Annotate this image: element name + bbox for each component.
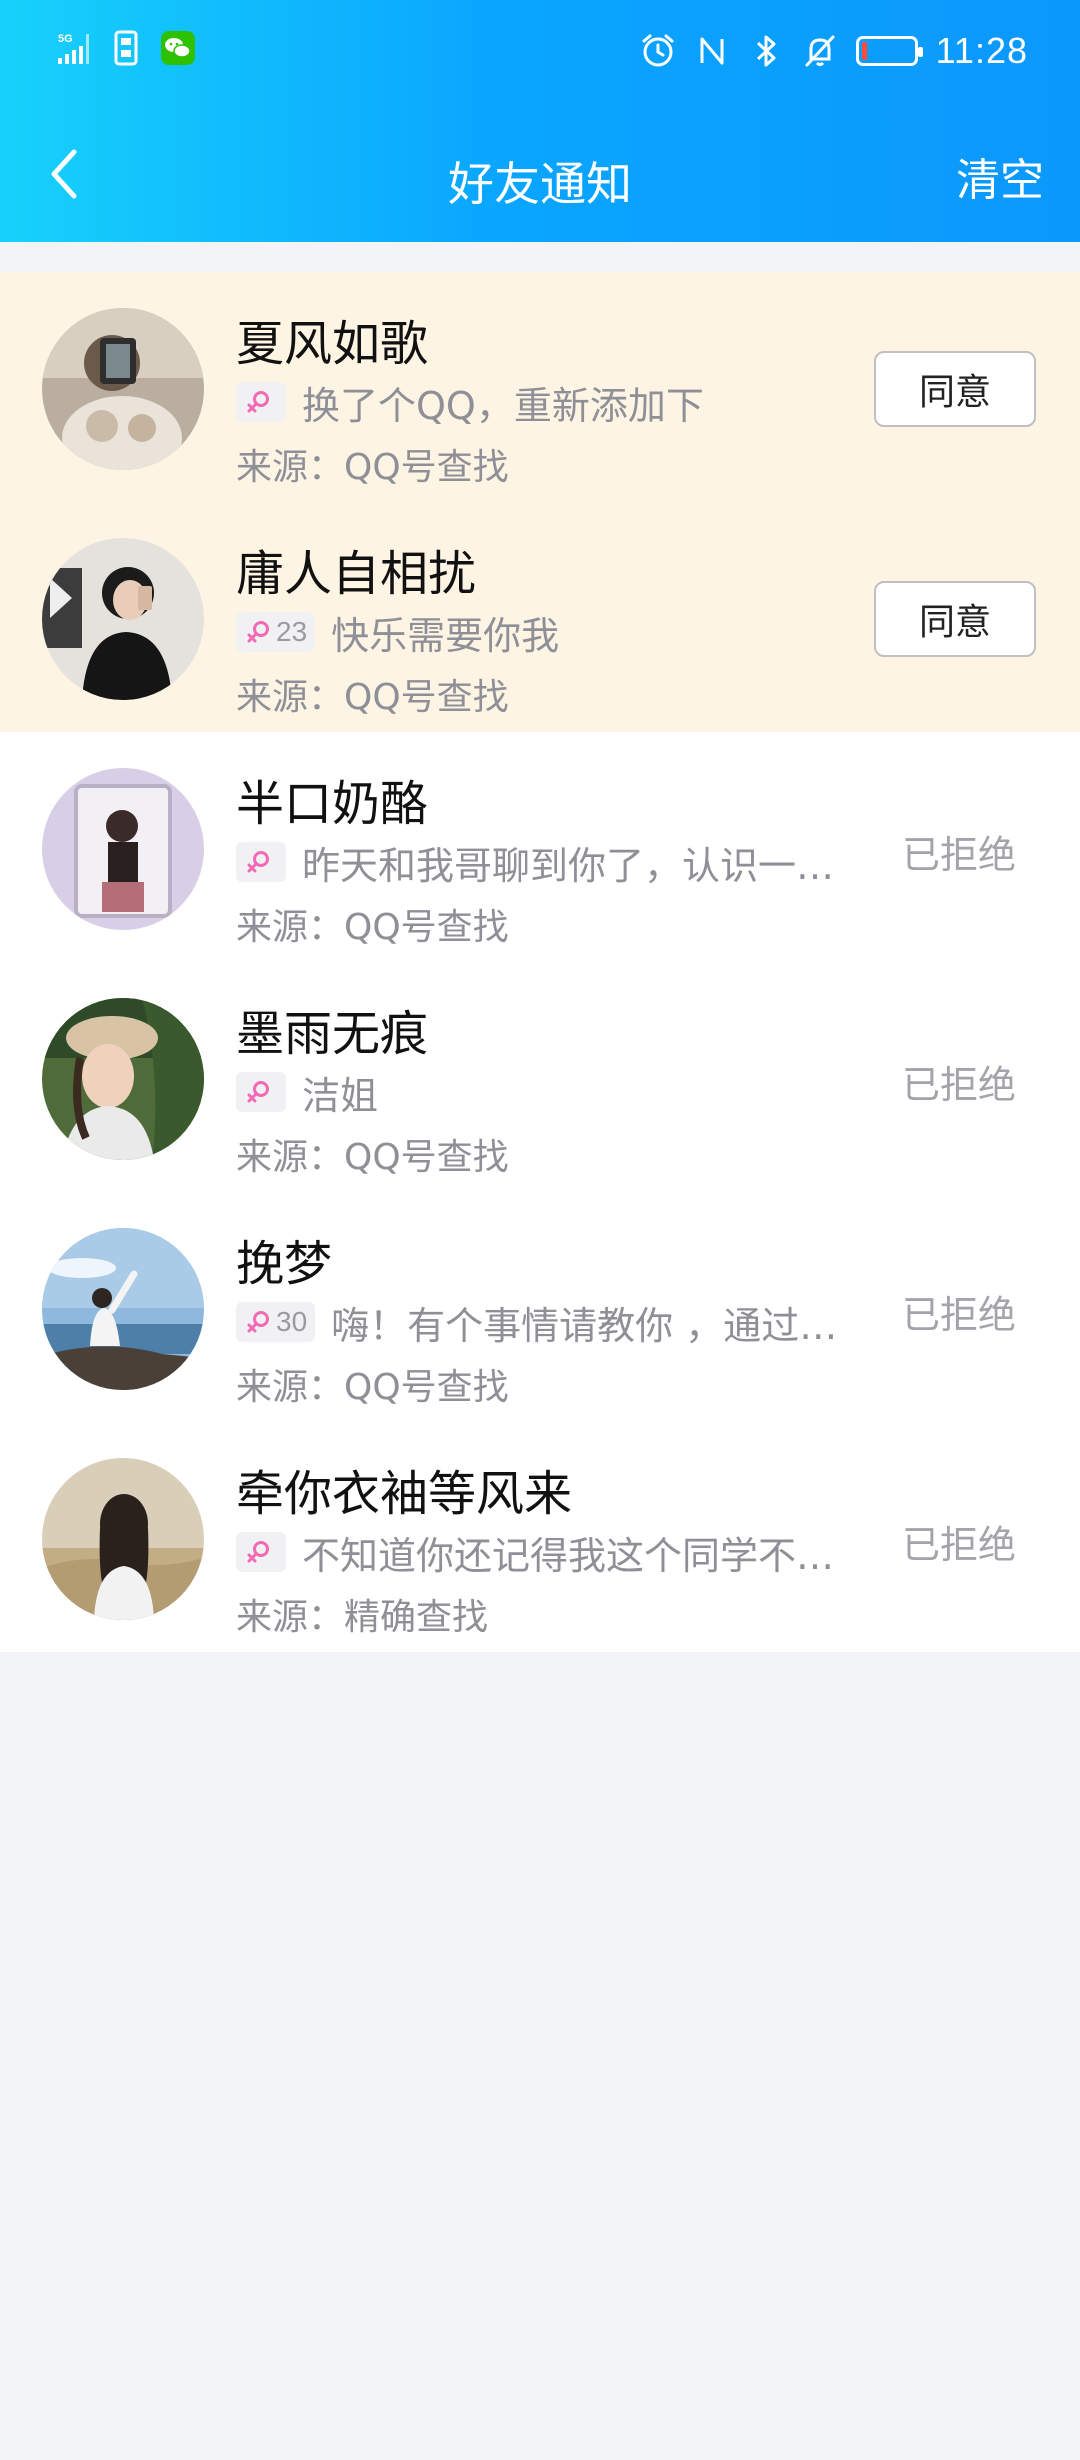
female-icon <box>247 1081 269 1103</box>
status-bar-right: 11:28 <box>640 30 1028 72</box>
gender-tag: 30 <box>236 1302 316 1342</box>
friend-request-row[interactable]: 墨雨无痕 洁姐 来源：QQ号查找 已拒绝 <box>0 962 1080 1192</box>
avatar-image <box>42 308 204 470</box>
request-name: 夏风如歌 <box>236 316 429 372</box>
agree-button[interactable]: 同意 <box>874 351 1036 427</box>
request-source: 来源：QQ号查找 <box>236 447 509 488</box>
avatar-image <box>42 768 204 930</box>
age-label: 30 <box>276 1306 308 1337</box>
verify-message: 昨天和我哥聊到你了，认识一… <box>302 843 835 888</box>
rejected-status: 已拒绝 <box>901 1293 1016 1337</box>
verify-message: 不知道你还记得我这个同学不… <box>302 1533 835 1578</box>
female-icon <box>247 1311 269 1333</box>
battery-level <box>861 42 867 60</box>
request-source: 来源：QQ号查找 <box>236 1137 509 1178</box>
female-icon <box>247 391 269 413</box>
friend-request-row[interactable]: 庸人自相扰 23 快乐需要你我 来源：QQ号查找 同意 <box>0 502 1080 732</box>
request-source: 来源：QQ号查找 <box>236 907 509 948</box>
age-label: 23 <box>276 616 308 647</box>
verify-line: 换了个QQ，重新添加下 <box>236 380 704 428</box>
title-bar: 好友通知 清空 <box>0 110 1080 242</box>
avatar-image <box>42 998 204 1160</box>
avatar-image <box>42 1458 204 1620</box>
female-icon <box>247 621 269 643</box>
sim-icon <box>114 30 138 66</box>
avatar[interactable] <box>42 538 204 700</box>
friend-request-row[interactable]: 夏风如歌 换了个QQ，重新添加下 来源：QQ号查找 同意 <box>0 272 1080 502</box>
request-name: 牵你衣袖等风来 <box>236 1466 573 1522</box>
verify-line: 昨天和我哥聊到你了，认识一… <box>236 840 834 888</box>
friend-request-row[interactable]: 牵你衣袖等风来 不知道你还记得我这个同学不… 来源：精确查找 已拒绝 <box>0 1422 1080 1652</box>
gender-tag <box>236 382 286 422</box>
mute-icon <box>805 35 835 67</box>
avatar-image <box>42 538 204 700</box>
5g-signal-icon: 5G <box>58 33 89 64</box>
clear-button[interactable]: 清空 <box>956 144 1044 208</box>
female-icon <box>247 851 269 873</box>
friend-request-list: 夏风如歌 换了个QQ，重新添加下 来源：QQ号查找 同意 庸人自相扰 23 快乐… <box>0 272 1080 1652</box>
gender-tag <box>236 842 286 882</box>
verify-message: 快乐需要你我 <box>331 613 560 658</box>
verify-message: 换了个QQ，重新添加下 <box>302 383 704 428</box>
gender-tag <box>236 1072 286 1112</box>
request-source: 来源：QQ号查找 <box>236 1367 509 1408</box>
status-bar: 5G 11:28 <box>0 0 1080 110</box>
avatar[interactable] <box>42 1458 204 1620</box>
status-time: 11:28 <box>935 30 1028 71</box>
rejected-status: 已拒绝 <box>901 1063 1016 1107</box>
avatar[interactable] <box>42 768 204 930</box>
request-source: 来源：QQ号查找 <box>236 677 509 718</box>
verify-message: 嗨！有个事情请教你 ，通过… <box>331 1303 838 1348</box>
verify-line: 23 快乐需要你我 <box>236 610 559 658</box>
request-name: 半口奶酪 <box>236 776 429 832</box>
avatar[interactable] <box>42 308 204 470</box>
status-bar-left: 5G <box>56 30 196 66</box>
avatar[interactable] <box>42 998 204 1160</box>
request-source: 来源：精确查找 <box>236 1597 489 1638</box>
verify-line: 不知道你还记得我这个同学不… <box>236 1530 834 1578</box>
svg-text:5G: 5G <box>58 33 73 45</box>
wechat-icon <box>161 31 195 65</box>
request-name: 庸人自相扰 <box>236 546 477 602</box>
friend-request-row[interactable]: 半口奶酪 昨天和我哥聊到你了，认识一… 来源：QQ号查找 已拒绝 <box>0 732 1080 962</box>
avatar-image <box>42 1228 204 1390</box>
verify-line: 洁姐 <box>236 1070 378 1118</box>
nfc-icon <box>700 37 724 65</box>
page-title: 好友通知 <box>448 157 632 211</box>
rejected-status: 已拒绝 <box>901 833 1016 877</box>
female-icon <box>247 1541 269 1563</box>
gender-tag: 23 <box>236 612 316 652</box>
request-name: 挽梦 <box>236 1236 333 1292</box>
battery-icon <box>855 36 923 66</box>
agree-button[interactable]: 同意 <box>874 581 1036 657</box>
avatar[interactable] <box>42 1228 204 1390</box>
request-name: 墨雨无痕 <box>236 1006 429 1062</box>
rejected-status: 已拒绝 <box>901 1523 1016 1567</box>
verify-message: 洁姐 <box>302 1073 379 1118</box>
bluetooth-icon <box>756 35 776 67</box>
friend-request-row[interactable]: 挽梦 30 嗨！有个事情请教你 ，通过… 来源：QQ号查找 已拒绝 <box>0 1192 1080 1422</box>
verify-line: 30 嗨！有个事情请教你 ，通过… <box>236 1300 837 1348</box>
gender-tag <box>236 1532 286 1572</box>
header: 5G 11:28 好友通知 清空 <box>0 0 1080 242</box>
alarm-icon <box>642 34 674 67</box>
